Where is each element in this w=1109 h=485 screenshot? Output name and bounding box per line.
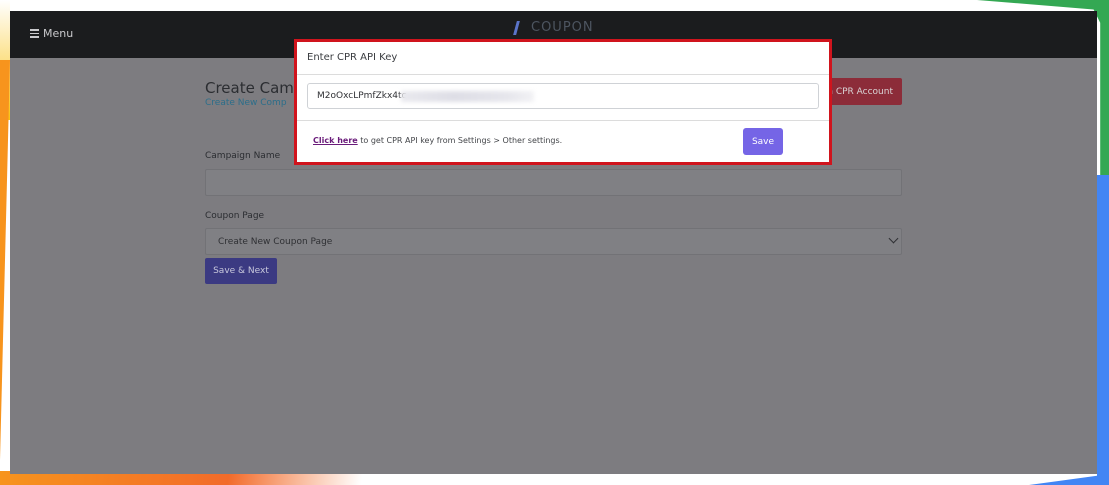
coupon-page-label: Coupon Page <box>205 211 265 221</box>
coupon-page-selected-value: Create New Coupon Page <box>218 237 333 247</box>
modal-body: M2oOxcLPmfZkx4tc <box>297 75 829 121</box>
redacted-blur <box>401 91 534 102</box>
page-subtitle: Create New Comp <box>205 98 287 108</box>
modal-save-button[interactable]: Save <box>743 128 783 155</box>
coupon-page-select[interactable]: Create New Coupon Page <box>205 228 902 255</box>
save-next-button[interactable]: Save & Next <box>205 258 277 284</box>
menu-label: Menu <box>43 27 74 40</box>
chevron-down-icon <box>888 233 899 244</box>
app-window: Menu COUPON Create Cam Create New Comp c… <box>10 11 1097 474</box>
campaign-name-input[interactable] <box>205 169 902 196</box>
modal-title: Enter CPR API Key <box>297 42 829 75</box>
brand-name: COUPON <box>531 20 594 35</box>
decorative-orange-left-stripe <box>0 60 10 460</box>
menu-button[interactable]: Menu <box>30 27 73 40</box>
help-text: Click here to get CPR API key from Setti… <box>313 136 562 145</box>
modal-footer: Click here to get CPR API key from Setti… <box>297 121 829 162</box>
click-here-link[interactable]: Click here <box>313 136 358 145</box>
brand-logo-icon <box>513 21 531 35</box>
campaign-name-label: Campaign Name <box>205 151 281 161</box>
help-text-body: to get CPR API key from Settings > Other… <box>357 136 563 145</box>
hamburger-icon <box>30 27 39 40</box>
page-title: Create Cam <box>205 79 294 97</box>
api-key-input[interactable]: M2oOxcLPmfZkx4tc <box>307 83 819 109</box>
api-key-value: M2oOxcLPmfZkx4tc <box>317 91 407 101</box>
cpr-api-key-modal: Enter CPR API Key M2oOxcLPmfZkx4tc Click… <box>294 39 832 165</box>
